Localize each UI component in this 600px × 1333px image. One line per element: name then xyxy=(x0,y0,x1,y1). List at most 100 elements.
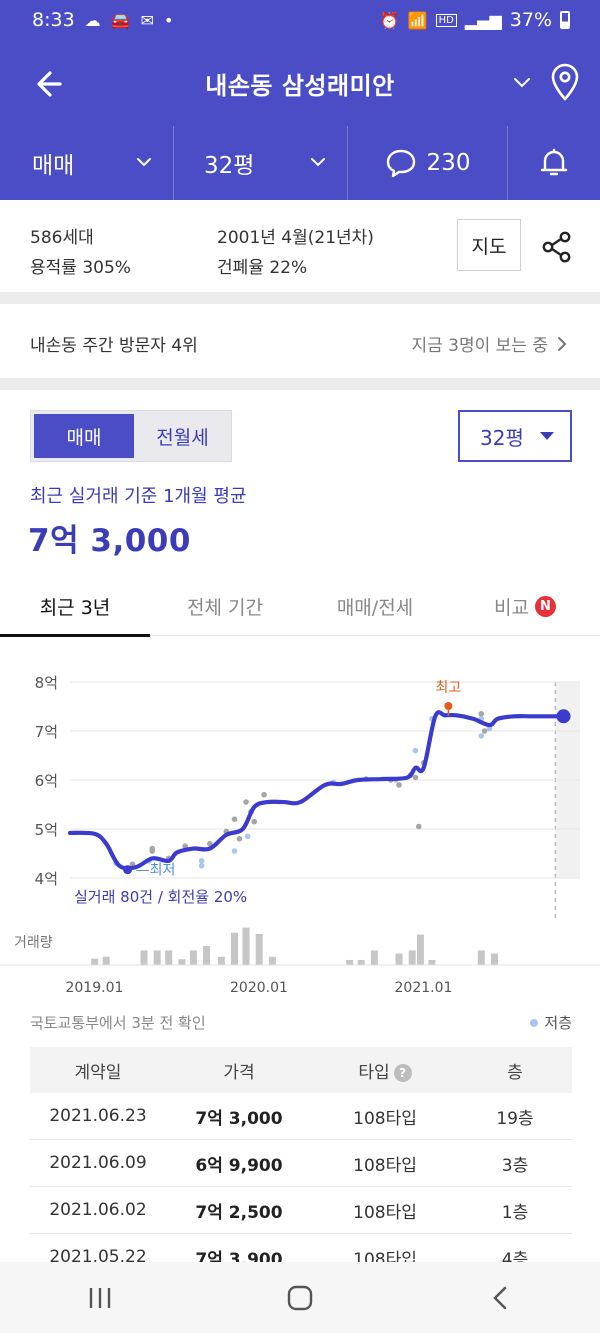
mail-icon: ✉ xyxy=(140,10,154,30)
floor-area-ratio-text: 용적률 305% xyxy=(30,258,131,278)
transaction-point xyxy=(231,816,238,822)
price-trend-line xyxy=(67,710,566,871)
volume-bar xyxy=(165,950,173,965)
average-price: 7억 3,000 xyxy=(28,523,191,559)
chevron-down-icon xyxy=(311,158,325,167)
back-button[interactable] xyxy=(470,1273,530,1323)
volume-bar xyxy=(370,950,378,965)
legend-low-floor: 저층 xyxy=(530,1012,572,1033)
legend-low-floor-label: 저층 xyxy=(544,1014,572,1032)
x-tick-label: 2019.01 xyxy=(65,980,123,996)
app-header: 내손동 삼성래미안 xyxy=(0,40,600,126)
trade-type-filter[interactable]: 매매 xyxy=(0,126,174,200)
price-chart[interactable]: 8억 7억 6억 5억 4억거래량 2019.01 2020.01 2021.01 최고 —최저실… xyxy=(0,640,600,1000)
low-floor-point xyxy=(244,833,251,840)
transaction-point xyxy=(243,799,249,805)
volume-bar xyxy=(490,953,498,965)
volume-bar xyxy=(140,950,148,965)
car-icon: 🚘 xyxy=(110,10,131,30)
tab-label: 매매/전세 xyxy=(336,596,414,619)
alarm-icon: ⏰ xyxy=(379,10,400,30)
volume-bar xyxy=(178,959,186,965)
high-marker-dot xyxy=(444,702,453,711)
status-bar: 8:33 ☁ 🚘 ✉ • ⏰ 📶 HD ▂▄▆ 37% xyxy=(0,0,600,40)
chevron-down-icon[interactable] xyxy=(508,68,536,96)
map-button[interactable]: 지도 xyxy=(457,219,521,271)
row-floor: 1층 xyxy=(501,1202,529,1223)
recent-apps-button[interactable] xyxy=(70,1273,130,1323)
tab-all-period[interactable]: 전체 기간 xyxy=(150,576,300,636)
volume-bar xyxy=(255,933,263,965)
new-badge: N xyxy=(534,595,556,617)
tab-recent-3-years[interactable]: 최근 3년 xyxy=(0,576,150,637)
speech-bubble-icon xyxy=(386,149,415,178)
volume-bar xyxy=(346,959,354,965)
row-date: 2021.06.02 xyxy=(49,1200,147,1220)
y-tick-label: 5억 xyxy=(35,821,58,839)
visitor-rank-row[interactable]: 내손동 주간 방문자 4위 지금 3명이 보는 중 xyxy=(0,304,600,378)
volume-bar xyxy=(395,953,403,965)
transaction-point xyxy=(478,711,485,717)
segment-rent[interactable]: 전월세 xyxy=(134,411,231,461)
help-icon[interactable]: ? xyxy=(393,1063,412,1082)
comments-button[interactable]: 230 xyxy=(348,126,508,200)
low-floor-point xyxy=(478,733,485,739)
row-date: 2021.06.09 xyxy=(49,1153,147,1173)
table-row[interactable]: 2021.06.09 6억 9,900 108타입 3층 xyxy=(30,1140,572,1187)
row-date: 2021.06.23 xyxy=(49,1106,147,1126)
header-type: 타입? xyxy=(312,1058,458,1083)
volume-bar xyxy=(189,950,197,965)
row-floor: 19층 xyxy=(496,1108,534,1129)
tab-sale-jeonse[interactable]: 매매/전세 xyxy=(300,576,450,636)
volume-bar xyxy=(357,959,365,965)
low-label: —최저 xyxy=(136,863,176,879)
status-time: 8:33 xyxy=(32,9,75,31)
battery-icon xyxy=(560,11,570,29)
low-floor-point xyxy=(198,862,205,869)
tab-compare[interactable]: 비교 N xyxy=(450,576,600,636)
volume-bar xyxy=(242,927,250,965)
chevron-right-icon xyxy=(558,336,567,351)
table-row[interactable]: 2021.06.23 7억 3,000 108타입 19층 xyxy=(30,1093,572,1140)
low-floor-point xyxy=(198,858,205,864)
chevron-down-icon xyxy=(137,158,151,167)
y-tick-label: 4억 xyxy=(35,870,58,888)
x-tick-label: 2021.01 xyxy=(395,980,453,996)
hd-voice-icon: HD xyxy=(435,13,457,27)
volume-bar xyxy=(477,950,485,965)
size-select[interactable]: 32평 xyxy=(458,410,572,462)
table-header: 계약일 가격 타입? 층 xyxy=(30,1047,572,1093)
row-type: 108타입 xyxy=(353,1108,417,1129)
transaction-point xyxy=(251,818,258,825)
high-label: 최고 xyxy=(436,680,462,696)
tab-label: 비교 xyxy=(494,596,529,619)
low-floor-point xyxy=(231,848,238,854)
alert-button[interactable] xyxy=(508,126,600,200)
trade-segment-control: 매매 전월세 xyxy=(30,410,232,462)
header-floor: 층 xyxy=(507,1062,523,1083)
comment-count: 230 xyxy=(426,150,471,176)
period-tabs: 최근 3년 전체 기간 매매/전세 비교 N xyxy=(0,576,600,637)
signal-icon: ▂▄▆ xyxy=(464,10,502,30)
home-button[interactable] xyxy=(270,1273,330,1323)
volume-bar xyxy=(203,946,211,965)
source-confirm-text: 국토교통부에서 3분 전 확인 xyxy=(30,1014,206,1032)
households-text: 586세대 xyxy=(30,228,94,248)
segment-sale[interactable]: 매매 xyxy=(34,414,134,458)
bell-icon xyxy=(540,148,568,176)
visitor-rank-text: 내손동 주간 방문자 4위 xyxy=(30,336,198,356)
volume-bar xyxy=(231,932,239,965)
table-row[interactable]: 2021.06.02 7억 2,500 108타입 1층 xyxy=(30,1187,572,1234)
location-pin-icon[interactable] xyxy=(548,62,582,102)
y-tick-label: 8억 xyxy=(35,674,58,692)
transaction-point xyxy=(261,791,267,798)
size-label: 32평 xyxy=(204,153,255,179)
y-tick-label: 7억 xyxy=(35,723,58,741)
header-price: 가격 xyxy=(223,1062,255,1083)
low-marker-dot xyxy=(123,865,133,875)
share-icon[interactable] xyxy=(540,230,574,264)
size-filter[interactable]: 32평 xyxy=(174,126,348,200)
volume-bar xyxy=(91,958,99,965)
row-price: 7억 3,000 xyxy=(195,1108,283,1129)
tab-label: 최근 3년 xyxy=(39,596,111,619)
